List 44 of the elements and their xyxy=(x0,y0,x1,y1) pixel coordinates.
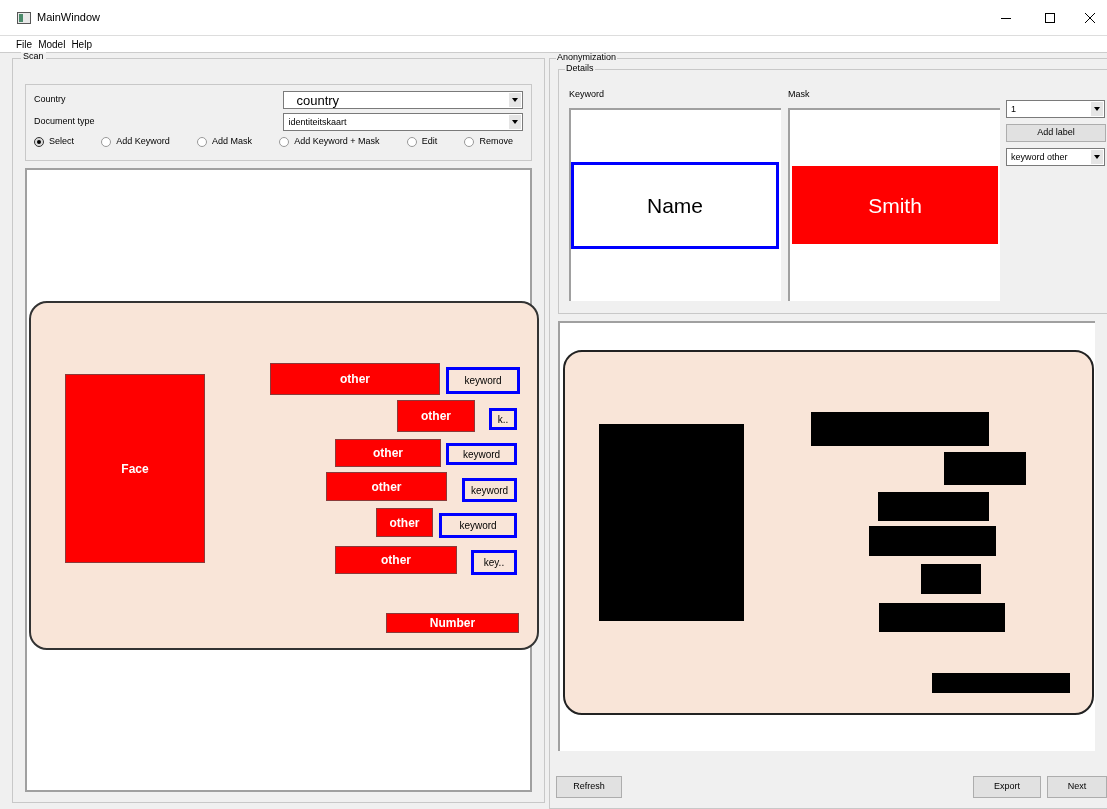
window-title: MainWindow xyxy=(37,10,100,26)
mask-region[interactable]: other xyxy=(335,439,441,467)
mask-region[interactable]: other xyxy=(270,363,440,395)
mode-radio[interactable]: Add Keyword xyxy=(101,135,170,149)
mode-radio[interactable]: Add Keyword + Mask xyxy=(279,135,380,149)
document-type-select[interactable]: identiteitskaart xyxy=(283,113,523,131)
group-title: Scan xyxy=(21,52,46,61)
keyword-region[interactable]: k.. xyxy=(489,408,517,430)
keyword-region[interactable]: keyword xyxy=(462,478,517,502)
app-icon xyxy=(17,11,31,24)
close-icon[interactable] xyxy=(1085,12,1095,23)
keyword-preview[interactable]: Name xyxy=(571,161,779,249)
mask-region[interactable]: other xyxy=(326,472,447,501)
keyword-region[interactable]: keyword xyxy=(446,367,520,394)
list-label: Mask xyxy=(788,88,811,101)
maximize-icon[interactable] xyxy=(1045,12,1055,23)
mode-radio[interactable]: Edit xyxy=(406,135,438,149)
group-title: Anonymization xyxy=(556,53,618,62)
mask-region[interactable]: Face xyxy=(65,374,205,563)
menu-item[interactable]: File xyxy=(16,36,33,52)
refresh-button[interactable]: Refresh xyxy=(556,776,622,798)
mask-region[interactable]: other xyxy=(397,400,475,432)
mask-region[interactable]: Number xyxy=(386,613,519,633)
label-type-select[interactable]: keyword other xyxy=(1006,148,1105,166)
field-label: Document type xyxy=(34,115,96,129)
mask-preview[interactable]: Smith xyxy=(792,166,998,245)
mask-region[interactable]: other xyxy=(376,508,433,537)
keyword-region[interactable]: key.. xyxy=(471,550,517,575)
add-label-button[interactable]: Add label xyxy=(1006,124,1106,142)
mask-region[interactable]: other xyxy=(335,546,457,574)
keyword-region[interactable]: keyword xyxy=(439,513,517,538)
keyword-region[interactable]: keyword xyxy=(446,443,517,465)
label-number-select[interactable]: 1 xyxy=(1006,100,1105,118)
menu-item[interactable]: Help xyxy=(71,36,92,52)
export-button[interactable]: Export xyxy=(973,776,1041,798)
field-label: Country xyxy=(34,93,67,107)
mode-radio[interactable]: Remove xyxy=(464,135,513,149)
next-button[interactable]: Next xyxy=(1047,776,1107,798)
list-label: Keyword xyxy=(569,88,605,101)
mode-radio[interactable]: Select xyxy=(34,135,74,149)
country-select[interactable]: country xyxy=(283,91,523,109)
mode-radio[interactable]: Add Mask xyxy=(197,135,252,149)
group-title: Details xyxy=(565,64,595,73)
menu-item[interactable]: Model xyxy=(38,36,66,52)
